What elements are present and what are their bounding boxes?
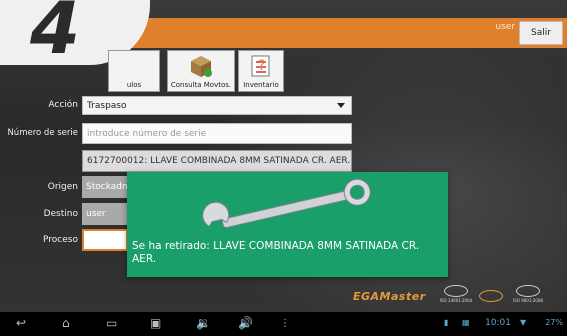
- menu-icon[interactable]: ⋮: [280, 318, 290, 329]
- accion-label: Acción: [48, 100, 78, 110]
- svg-text:?: ?: [258, 58, 265, 74]
- system-nav-bar: ↩ ⌂ ▭ ▣ 🔉 🔊 ⋮ ▮ ▦ 10:01 ▼ 27%: [0, 312, 567, 336]
- quality-seal: [479, 283, 503, 303]
- serie-label: Número de serie: [7, 128, 78, 138]
- wifi-icon: ▼: [520, 318, 527, 327]
- proceso-label: Proceso: [43, 235, 78, 245]
- app-surface: user Salir 4 ulos Consulta Movtos. ? Inv…: [0, 0, 567, 312]
- serie-suggestion-item[interactable]: 6172700012: LLAVE COMBINADA 8MM SATINADA…: [82, 150, 352, 172]
- seal-icon: [479, 290, 503, 302]
- toolbar-consulta-button[interactable]: Consulta Movtos.: [167, 50, 235, 92]
- origen-label: Origen: [47, 182, 78, 192]
- chevron-down-icon: [337, 103, 345, 108]
- origen-value: Stockadm: [86, 182, 131, 192]
- logout-button[interactable]: Salir: [519, 21, 563, 45]
- image-notification-icon: ▦: [462, 318, 470, 327]
- destino-value: user: [86, 209, 106, 219]
- destino-label: Destino: [43, 209, 78, 219]
- back-icon[interactable]: ↩: [16, 316, 26, 330]
- iso-14001-seal: ISO 14001:2004: [436, 283, 476, 303]
- toast-message: Se ha retirado: LLAVE COMBINADA 8MM SATI…: [132, 240, 420, 265]
- screenshot-icon[interactable]: ▣: [150, 316, 161, 330]
- volume-down-icon[interactable]: 🔉: [196, 316, 211, 330]
- wrench-icon: [202, 178, 371, 229]
- battery-level: 27%: [545, 318, 563, 327]
- status-clock: 10:01: [485, 318, 511, 328]
- checklist-icon: ?: [251, 55, 270, 77]
- iso-9001-seal: ISO 9001:2008: [508, 283, 548, 303]
- serie-input[interactable]: introduce número de serie: [82, 123, 352, 144]
- volume-up-icon[interactable]: 🔊: [238, 316, 253, 330]
- notification-icon: ▮: [444, 318, 449, 327]
- toast-notification: Se ha retirado: LLAVE COMBINADA 8MM SATI…: [127, 172, 448, 277]
- toolbar-articulos-button[interactable]: ulos: [108, 50, 160, 92]
- box-icon: [191, 56, 212, 77]
- step-number: 4: [30, 0, 81, 70]
- seal-icon: [444, 285, 468, 297]
- accion-select[interactable]: Traspaso: [82, 96, 352, 115]
- serie-suggestion-text: 6172700012: LLAVE COMBINADA 8MM SATINADA…: [87, 156, 351, 166]
- accion-value: Traspaso: [87, 100, 127, 111]
- header-username: user: [495, 22, 515, 32]
- ega-master-logo: EGAMaster: [353, 290, 426, 303]
- recent-apps-icon[interactable]: ▭: [106, 316, 117, 330]
- home-icon[interactable]: ⌂: [62, 316, 70, 330]
- toolbar-consulta-label: Consulta Movtos.: [170, 81, 232, 89]
- seal-icon: [516, 285, 540, 297]
- toolbar-inventario-button[interactable]: ? Inventario: [238, 50, 284, 92]
- proceso-field[interactable]: [82, 229, 128, 251]
- toolbar-inventario-label: Inventario: [243, 81, 279, 89]
- toolbar-articulos-label: ulos: [126, 81, 142, 89]
- serie-placeholder: introduce número de serie: [87, 128, 207, 139]
